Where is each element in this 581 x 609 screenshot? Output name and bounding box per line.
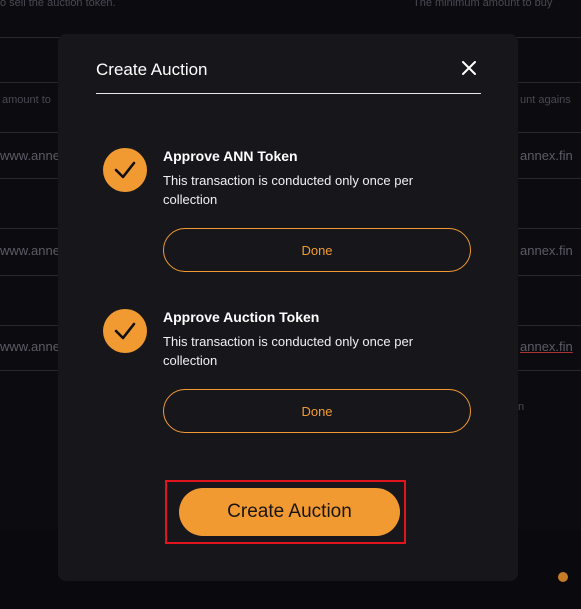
bg-header-right: The minimum amount to buy [413, 0, 553, 9]
step-title: Approve Auction Token [163, 309, 320, 325]
create-auction-button[interactable]: Create Auction [179, 488, 400, 536]
check-icon [103, 309, 147, 353]
close-button[interactable] [457, 56, 481, 80]
modal-header: Create Auction [96, 56, 481, 94]
step-approve-ann-token: Approve ANN Token This transaction is co… [103, 148, 483, 278]
create-auction-highlight: Create Auction [165, 480, 406, 544]
bg-row-left: www.anne [0, 243, 60, 258]
bg-label-left: amount to [2, 94, 51, 106]
modal-title: Create Auction [96, 60, 208, 79]
step-title: Approve ANN Token [163, 148, 298, 164]
done-button[interactable]: Done [163, 389, 471, 433]
bg-row-left: www.anne [0, 339, 60, 354]
bg-status-dot [558, 572, 568, 582]
bg-label-right: unt agains [520, 94, 571, 106]
done-button[interactable]: Done [163, 228, 471, 272]
bg-row-right: annex.fin [520, 243, 573, 258]
step-description: This transaction is conducted only once … [163, 173, 414, 207]
bg-row-right: annex.fin [520, 148, 573, 163]
step-approve-auction-token: Approve Auction Token This transaction i… [103, 309, 483, 439]
close-icon [462, 61, 476, 75]
check-icon [103, 148, 147, 192]
bg-header-left: o sell the auction token. [0, 0, 116, 9]
bg-stray-text: n [518, 401, 525, 413]
bg-row-left: www.anne [0, 148, 60, 163]
create-auction-modal: Create Auction Approve ANN Token This tr… [58, 34, 518, 581]
step-description: This transaction is conducted only once … [163, 334, 414, 368]
bg-row-right: annex.fin [520, 339, 573, 354]
